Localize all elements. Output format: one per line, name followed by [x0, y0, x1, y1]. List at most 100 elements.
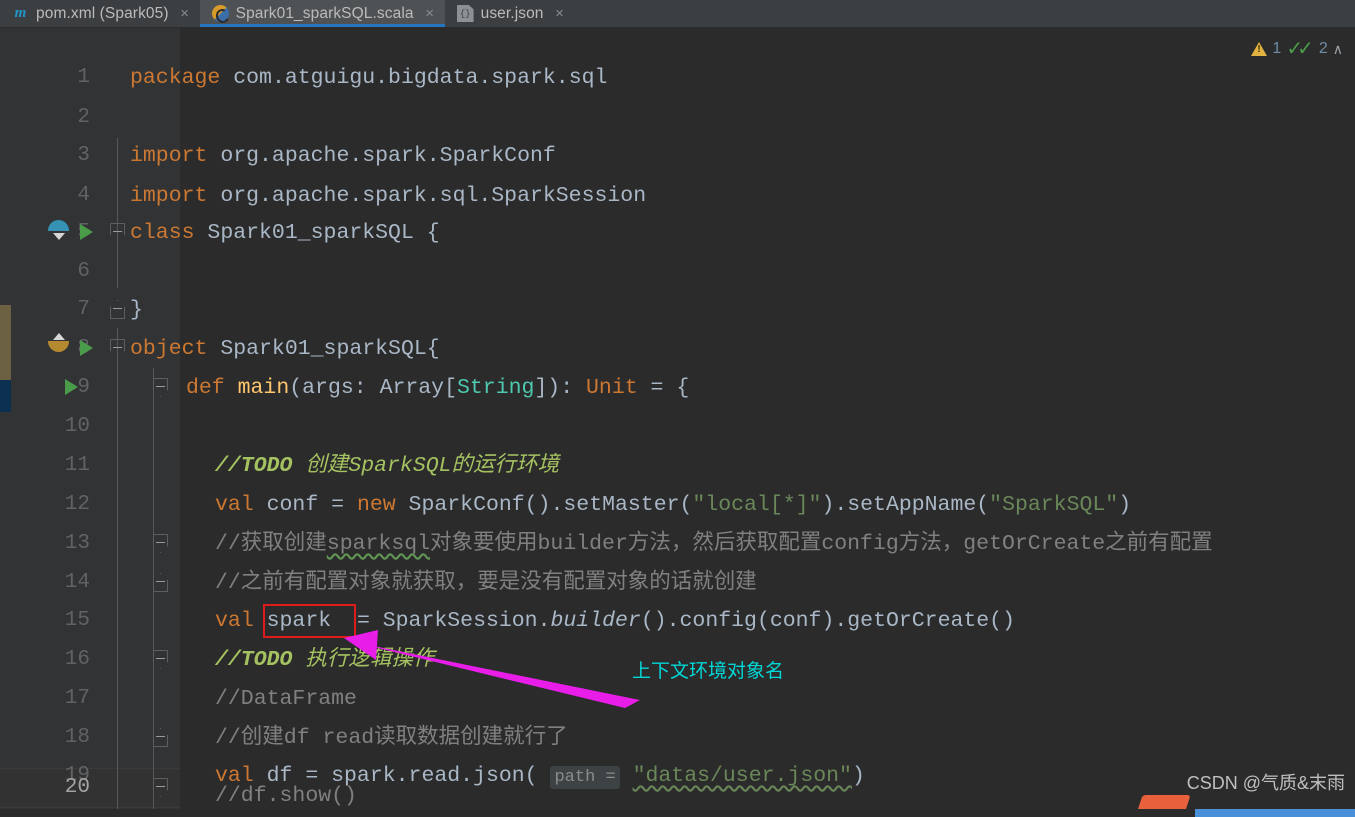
- string-json-path: "datas/user.json": [632, 764, 852, 788]
- paren-close: ): [851, 764, 865, 788]
- fold-end-icon[interactable]: [153, 573, 168, 592]
- parameter-hint-path[interactable]: path =: [550, 766, 620, 789]
- chevron-down-icon[interactable]: [53, 233, 65, 240]
- fold-end-icon[interactable]: [110, 300, 125, 319]
- tab-label: user.json: [480, 4, 544, 22]
- code-line-13: //获取创建sparksql对象要使用builder方法，然后获取配置confi…: [215, 524, 1213, 564]
- warning-triangle-icon[interactable]: [1251, 42, 1268, 56]
- code-line-3: import org.apache.spark.SparkConf: [130, 136, 556, 176]
- close-icon[interactable]: ×: [554, 5, 566, 22]
- getorcreate-chain: ().config(conf).getOrCreate(): [640, 609, 1015, 633]
- close-icon[interactable]: ×: [179, 5, 191, 22]
- line-number-current: 20: [64, 776, 90, 799]
- todo-text: 创建SparkSQL的运行环境: [305, 454, 560, 478]
- code-line-17: //DataFrame: [215, 679, 357, 719]
- line-number: 4: [77, 184, 90, 207]
- maven-icon: m: [14, 5, 27, 21]
- conf-assign: conf =: [253, 493, 357, 517]
- code-line-18: //创建df read读取数据创建就行了: [215, 718, 568, 758]
- csdn-watermark: CSDN @气质&末雨: [1186, 773, 1345, 793]
- keyword-def: def: [186, 376, 225, 400]
- scala-icon: [211, 5, 229, 22]
- paren-close: ): [1118, 493, 1132, 517]
- sparksession-assign: = SparkSession.: [356, 609, 551, 633]
- code-content[interactable]: package com.atguigu.bigdata.spark.sql im…: [130, 28, 1355, 817]
- inspection-widget[interactable]: 1 ✓✓ 2 ∧: [1251, 39, 1343, 59]
- line-number: 15: [64, 609, 90, 632]
- line-number: 5: [77, 221, 90, 244]
- line-number: 10: [64, 415, 90, 438]
- chevron-up-icon[interactable]: ∧: [1333, 41, 1343, 58]
- code-editor[interactable]: 1 2 3 4 5 6 7 8 9 10 11 12 13 14 15 16 1…: [0, 28, 1355, 817]
- line-number: 17: [64, 687, 90, 710]
- comment-text: //DataFrame: [215, 687, 357, 711]
- run-gutter-icon[interactable]: [65, 379, 78, 395]
- code-line-7: }: [130, 290, 143, 330]
- bottom-bar-fill: [1195, 809, 1355, 817]
- import-path: org.apache.spark.SparkConf: [220, 144, 556, 168]
- fold-guide-line: [117, 138, 118, 288]
- line-number: 1: [77, 66, 90, 89]
- line-number: 16: [64, 648, 90, 671]
- code-line-1: package com.atguigu.bigdata.spark.sql: [130, 58, 607, 98]
- code-line-14: //之前有配置对象就获取，要是没有配置对象的话就创建: [215, 563, 757, 603]
- fold-start-icon[interactable]: [153, 650, 168, 669]
- fold-start-icon[interactable]: [110, 339, 125, 358]
- tab-pom-xml[interactable]: m pom.xml (Spark05) ×: [0, 0, 200, 27]
- line-number: 18: [64, 726, 90, 749]
- method-builder: builder: [550, 609, 641, 633]
- string-appname: "SparkSQL": [989, 493, 1119, 517]
- array-type: Array[: [379, 376, 457, 400]
- double-check-icon[interactable]: ✓✓: [1286, 39, 1314, 59]
- code-line-4: import org.apache.spark.sql.SparkSession: [130, 176, 646, 216]
- closing-brace: }: [130, 298, 143, 322]
- line-number: 12: [64, 493, 90, 516]
- keyword-val: val: [215, 493, 254, 517]
- code-line-9: def main(args: Array[String]): Unit = {: [186, 368, 689, 408]
- todo-text: 执行逻辑操作: [305, 648, 435, 672]
- tab-label: Spark01_sparkSQL.scala: [235, 4, 414, 22]
- string-type: String: [456, 376, 535, 400]
- tab-spark01-sparksql-scala[interactable]: Spark01_sparkSQL.scala ×: [199, 0, 445, 27]
- keyword-import: import: [130, 144, 208, 168]
- main-assign: = {: [637, 376, 690, 400]
- comment-text: 对象要使用builder方法，然后获取配置config方法，getOrCreat…: [430, 532, 1213, 556]
- comment-text: //获取创建: [215, 532, 327, 556]
- run-gutter-icon[interactable]: [80, 224, 93, 240]
- line-number: 14: [64, 571, 90, 594]
- fold-end-icon[interactable]: [153, 728, 168, 747]
- tab-user-json[interactable]: user.json ×: [444, 0, 575, 27]
- fold-start-icon[interactable]: [153, 378, 168, 397]
- close-icon[interactable]: ×: [424, 5, 436, 22]
- keyword-package: package: [130, 66, 221, 90]
- line-number: 2: [77, 106, 90, 129]
- todo-marker: //TODO: [215, 648, 293, 672]
- line-number: 11: [64, 454, 90, 477]
- run-gutter-icon[interactable]: [80, 340, 93, 356]
- code-line-11: //TODO 创建SparkSQL的运行环境: [215, 446, 559, 486]
- code-line-12: val conf = new SparkConf().setMaster("lo…: [215, 485, 1131, 525]
- function-name-main: main: [237, 376, 290, 400]
- line-number: 13: [64, 532, 90, 555]
- comment-typo-sparksql: sparksql: [326, 532, 431, 556]
- string-local: "local[*]": [692, 493, 822, 517]
- editor-tab-bar: m pom.xml (Spark05) × Spark01_sparkSQL.s…: [0, 0, 1355, 28]
- fold-start-icon[interactable]: [153, 534, 168, 553]
- bottom-bar: [0, 809, 1355, 817]
- chevron-up-icon[interactable]: [53, 333, 65, 340]
- line-number: 3: [77, 144, 90, 167]
- package-name: com.atguigu.bigdata.spark.sql: [233, 66, 608, 90]
- object-name: Spark01_sparkSQL{: [220, 337, 440, 361]
- sparkconf-call: SparkConf().setMaster(: [395, 493, 693, 517]
- warning-count: 1: [1272, 40, 1282, 57]
- line-number: 8: [77, 337, 90, 360]
- annotation-label: 上下文环境对象名: [632, 661, 785, 682]
- keyword-import: import: [130, 184, 208, 208]
- code-line-16: //TODO 执行逻辑操作: [215, 640, 434, 680]
- fold-start-icon[interactable]: [110, 223, 125, 242]
- class-name: Spark01_sparkSQL {: [207, 221, 440, 245]
- keyword-object: object: [130, 337, 208, 361]
- ide-window: m pom.xml (Spark05) × Spark01_sparkSQL.s…: [0, 0, 1355, 817]
- import-path: org.apache.spark.sql.SparkSession: [220, 184, 647, 208]
- fold-start-icon[interactable]: [153, 778, 168, 797]
